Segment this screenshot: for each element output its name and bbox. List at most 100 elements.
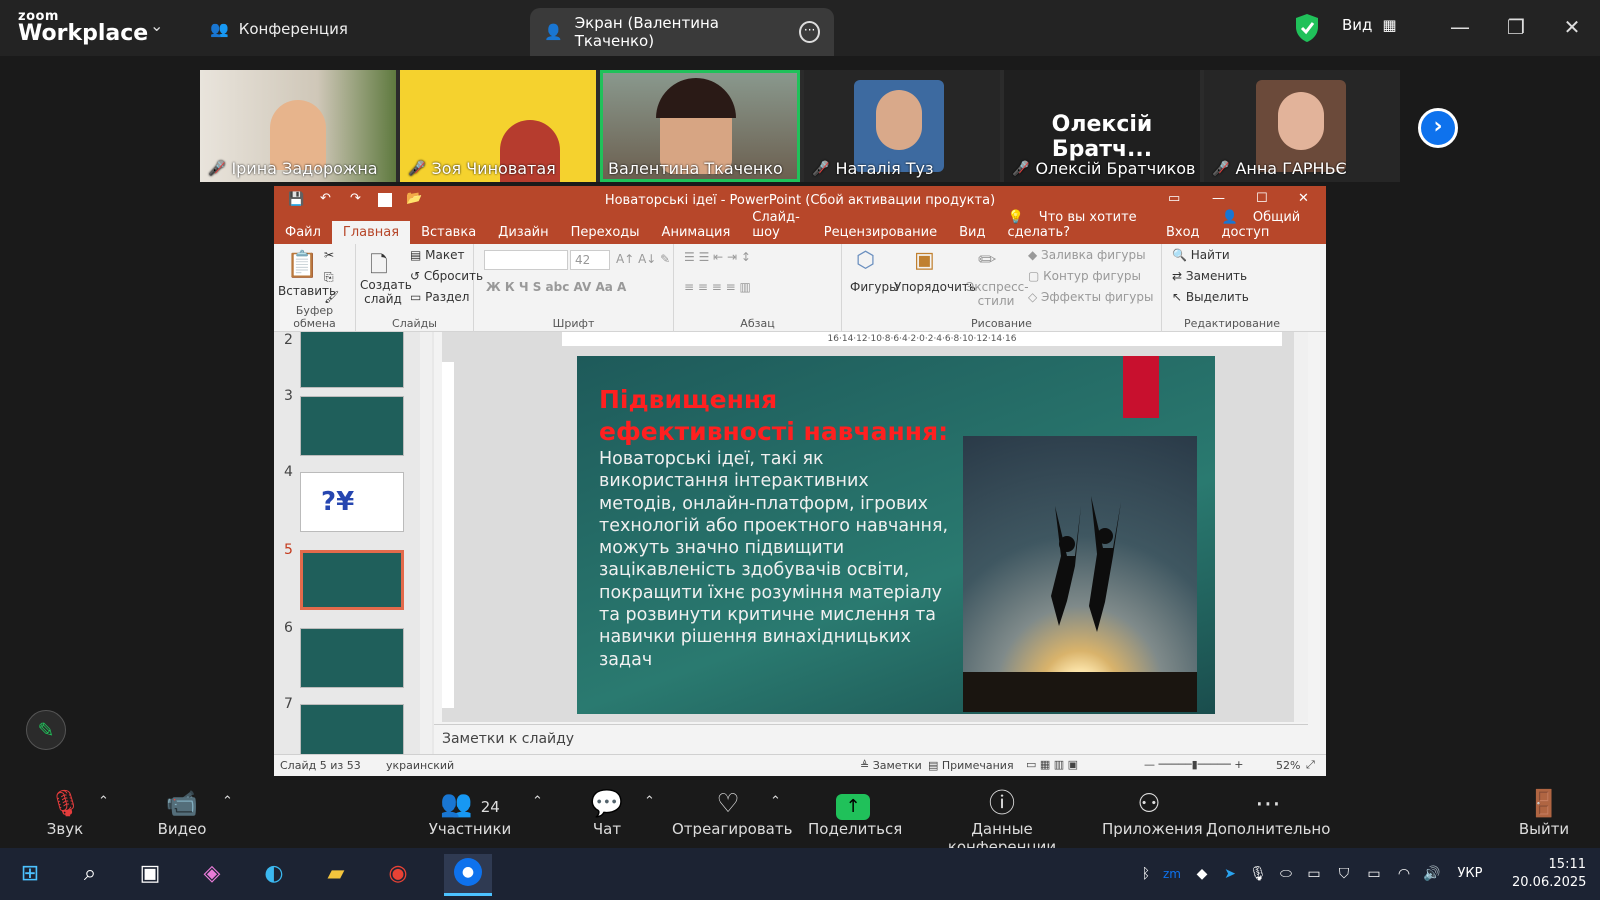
slide-thumbnail[interactable]: [300, 628, 404, 688]
edge-icon[interactable]: ◐: [258, 858, 290, 890]
view-button[interactable]: Вид ▦: [1342, 16, 1397, 34]
align-icons[interactable]: ≡ ≡ ≡ ≡ ▥: [684, 280, 751, 294]
tab-screen-share[interactable]: 👤 Экран (Валентина Ткаченко) ···: [530, 8, 834, 56]
windows-start-icon[interactable]: ⊞: [14, 858, 46, 890]
react-options-caret[interactable]: ⌃: [770, 794, 781, 809]
slide-thumbnail[interactable]: ?¥: [300, 472, 404, 532]
shape-fill-button[interactable]: ◆ Заливка фигуры: [1028, 248, 1146, 262]
share-screen-button[interactable]: ↑ Поделиться: [808, 788, 902, 838]
slide-title[interactable]: Підвищення ефективності навчання:: [599, 384, 959, 448]
ppt-close-button[interactable]: ✕: [1298, 191, 1309, 206]
tab-transitions[interactable]: Переходы: [560, 221, 651, 244]
participants-button[interactable]: 👥 24 Участники: [424, 788, 516, 838]
slide-thumbnails-pane[interactable]: 2 3 4 ?¥ 5 6 7: [274, 332, 434, 754]
wifi-icon[interactable]: ◠: [1392, 858, 1416, 890]
tab-file[interactable]: Файл: [274, 221, 332, 244]
tab-review[interactable]: Рецензирование: [813, 221, 948, 244]
apps-button[interactable]: ⚇ Приложения: [1102, 788, 1203, 838]
shapes-button[interactable]: Фигуры: [850, 280, 899, 294]
tell-me-search[interactable]: 💡 Что вы хотите сделать?: [996, 206, 1154, 244]
tray-app-icon[interactable]: ◆: [1190, 858, 1214, 890]
tab-design[interactable]: Дизайн: [487, 221, 559, 244]
ribbon-options-icon[interactable]: ▭: [1168, 191, 1180, 206]
file-explorer-icon[interactable]: ▰: [320, 858, 352, 890]
bluetooth-icon[interactable]: ᛒ: [1134, 858, 1158, 890]
paste-icon[interactable]: 📋: [286, 250, 318, 280]
video-options-caret[interactable]: ⌃: [222, 794, 233, 809]
comments-toggle[interactable]: ▤ Примечания: [928, 759, 1014, 772]
slide-photo[interactable]: [963, 436, 1197, 712]
notes-pane[interactable]: Заметки к слайду: [434, 724, 1308, 754]
find-button[interactable]: 🔍 Найти: [1172, 248, 1230, 262]
slide-thumbnail[interactable]: [300, 396, 404, 456]
tray-drive-icon[interactable]: ⬭: [1274, 858, 1298, 890]
video-tile[interactable]: 🎤̸ Зоя Чиноватая: [400, 70, 596, 182]
tab-view[interactable]: Вид: [948, 221, 996, 244]
tab-slideshow[interactable]: Слайд-шоу: [741, 206, 813, 244]
quick-styles-icon[interactable]: ✏: [978, 248, 996, 273]
arrange-button[interactable]: Упорядочить: [894, 280, 976, 294]
select-button[interactable]: ↖ Выделить: [1172, 290, 1249, 304]
editor-scrollbar[interactable]: [1294, 332, 1308, 722]
input-language[interactable]: УКР: [1450, 858, 1490, 890]
close-button[interactable]: ✕: [1552, 12, 1592, 42]
video-tile[interactable]: 🎤̸ Анна ГАРНЬЄ: [1204, 70, 1400, 182]
volume-icon[interactable]: 🔊: [1420, 858, 1444, 890]
ppt-minimize-button[interactable]: —: [1212, 191, 1225, 206]
mic-tray-icon[interactable]: 🎙: [1246, 858, 1270, 890]
cut-icon[interactable]: ✂: [324, 248, 334, 262]
video-tile[interactable]: Олексій Братч... 🎤̸ Олексій Братчиков: [1004, 70, 1200, 182]
restore-button[interactable]: ❐: [1496, 12, 1536, 42]
tab-conference[interactable]: 👥 Конференция: [210, 14, 348, 44]
video-tile[interactable]: 🎤̸ Ірина Задорожна: [200, 70, 396, 182]
reset-button[interactable]: ↺ Сбросить: [410, 269, 483, 283]
signin-link[interactable]: Вход: [1155, 221, 1211, 244]
ppt-maximize-button[interactable]: ☐: [1256, 191, 1268, 206]
clock[interactable]: 15:11 20.06.2025: [1512, 856, 1586, 892]
quick-styles-button[interactable]: Экспресс-стили: [966, 280, 1029, 308]
new-slide-button[interactable]: Создать слайд: [360, 278, 412, 306]
audio-options-caret[interactable]: ⌃: [98, 794, 109, 809]
notes-toggle[interactable]: ≜ Заметки: [860, 759, 922, 772]
annotate-pen-button[interactable]: ✎: [26, 710, 66, 750]
minimize-button[interactable]: —: [1440, 12, 1480, 42]
fit-slide-icon[interactable]: ⤢: [1306, 758, 1315, 772]
tab-insert[interactable]: Вставка: [410, 221, 487, 244]
shield-icon[interactable]: [1294, 13, 1320, 43]
chat-options-caret[interactable]: ⌃: [644, 794, 655, 809]
copilot-icon[interactable]: ◈: [196, 858, 228, 890]
language-status[interactable]: украинский: [386, 759, 454, 772]
participants-options-caret[interactable]: ⌃: [532, 794, 543, 809]
font-grow-icon[interactable]: A↑ A↓ ✎: [616, 252, 670, 266]
react-button[interactable]: ♡ Отреагировать: [672, 788, 792, 838]
display-icon[interactable]: ▭: [1302, 858, 1326, 890]
zoom-taskbar-icon[interactable]: ●: [444, 854, 492, 896]
current-slide[interactable]: Підвищення ефективності навчання: Новато…: [577, 356, 1215, 714]
font-format-icons[interactable]: Ж К Ч S abc AV Aa A: [486, 280, 626, 294]
tab-home[interactable]: Главная: [331, 221, 411, 244]
video-tile[interactable]: 🎤̸ Наталія Туз: [804, 70, 1000, 182]
audio-button[interactable]: 🎙 Звук: [40, 788, 90, 838]
zoom-tray-icon[interactable]: zm: [1160, 858, 1184, 890]
task-view-icon[interactable]: ▣: [134, 858, 166, 890]
view-mode-icons[interactable]: ▭ ▦ ▥ ▣: [1026, 758, 1078, 771]
font-size-input[interactable]: 42: [570, 250, 610, 270]
zoom-slider[interactable]: — ─────▮───── +: [1144, 758, 1244, 771]
slide-thumbnail[interactable]: [300, 704, 404, 754]
telegram-icon[interactable]: ➤: [1218, 858, 1242, 890]
more-options-icon[interactable]: ···: [799, 21, 820, 43]
chat-button[interactable]: 💬 Чат: [582, 788, 632, 838]
zoom-percent[interactable]: 52%: [1276, 759, 1300, 772]
list-icons[interactable]: ☰ ☰ ⇤ ⇥ ↕: [684, 250, 751, 264]
chrome-icon[interactable]: ◉: [382, 858, 414, 890]
video-button[interactable]: 📹 Видео: [152, 788, 212, 838]
more-button[interactable]: ⋯ Дополнительно: [1206, 788, 1330, 838]
meeting-info-button[interactable]: ⓘ Данные конференции: [922, 788, 1082, 856]
slide-body-text[interactable]: Новаторські ідеї, такі як використання і…: [599, 448, 949, 671]
security-icon[interactable]: ⛉: [1332, 858, 1356, 890]
format-painter-icon[interactable]: 🖌: [324, 290, 339, 304]
share-button[interactable]: 👤 Общий доступ: [1211, 206, 1327, 244]
copy-icon[interactable]: ⎘: [324, 270, 334, 285]
slide-thumbnail-selected[interactable]: [300, 550, 404, 610]
battery-icon[interactable]: ▭: [1362, 858, 1386, 890]
